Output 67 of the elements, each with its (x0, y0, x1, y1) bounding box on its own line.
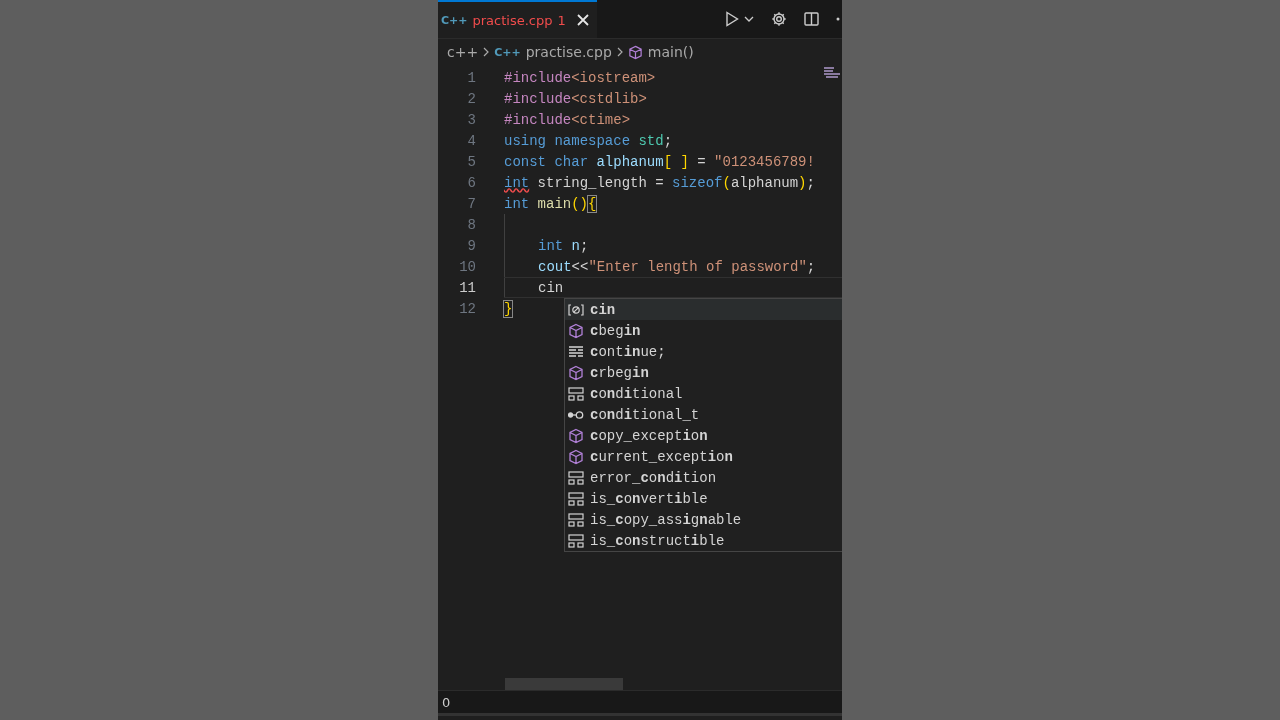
variable-icon (568, 302, 584, 317)
cube-icon (568, 448, 584, 465)
cpp-file-icon: C++ (494, 45, 521, 59)
minimap-drawing (824, 67, 840, 79)
suggestion-item[interactable]: is_constructible (565, 530, 842, 551)
code-line: } (504, 300, 513, 317)
code-line: int string_length = sizeof(alphanum); (504, 174, 815, 191)
typedef-icon (568, 409, 584, 420)
chevron-icon (483, 47, 490, 57)
caret-icon[interactable] (744, 16, 754, 22)
struct-icon (568, 385, 584, 402)
snippet-icon (568, 344, 584, 359)
line-number: 8 (466, 216, 476, 233)
suggestion-item[interactable]: error_condition (565, 467, 842, 488)
code-line: int main(){ (504, 195, 597, 212)
code-line: cin (537, 279, 564, 296)
run-icon[interactable] (725, 11, 739, 27)
code-line: #include<cstdlib> (504, 90, 647, 107)
struct-icon (568, 469, 584, 486)
status-text: 0 (442, 694, 451, 710)
suggestion-item[interactable]: is_convertible (565, 488, 842, 509)
cube-icon (627, 44, 643, 60)
suggestion-item[interactable]: crbegin (565, 362, 842, 383)
chevron-icon (616, 47, 623, 57)
code-line: #include<ctime> (504, 111, 631, 128)
suggestion-item[interactable]: cin (565, 299, 842, 320)
line-number: 9 (466, 237, 476, 254)
line-number: 6 (466, 174, 476, 191)
line-number: 11 (458, 279, 476, 296)
struct-icon (568, 511, 584, 528)
suggestion-item[interactable]: is_copy_assignable (565, 509, 842, 530)
problem-count: 1 (557, 12, 566, 28)
suggestion-item[interactable]: continue; (565, 341, 842, 362)
line-number: 12 (458, 300, 476, 317)
suggestion-item[interactable]: copy_exception (565, 425, 842, 446)
line-number: 7 (466, 195, 476, 212)
line-number: 4 (466, 132, 476, 149)
suggestion-item[interactable]: current_exception (565, 446, 842, 467)
line-number: 5 (466, 153, 476, 170)
editor-tab[interactable]: C++ practise.cpp 1 (438, 0, 597, 38)
cpp-file-icon: C++ (441, 13, 468, 27)
suggestion-item[interactable]: conditional (565, 383, 842, 404)
line-number: 2 (466, 90, 476, 107)
suggestion-item[interactable]: conditional_t (565, 404, 842, 425)
tab-title: practise.cpp (472, 12, 553, 28)
code-line: int n; (537, 237, 589, 254)
settings-icon[interactable] (771, 11, 787, 27)
struct-icon (568, 490, 584, 507)
line-number: 1 (466, 69, 476, 86)
scrollbar-thumb[interactable] (505, 678, 623, 690)
line-number: 3 (466, 111, 476, 128)
split-editor-icon[interactable] (804, 12, 819, 26)
suggestion-item[interactable]: cbegin (565, 320, 842, 341)
breadcrumb-item[interactable]: c++ (447, 44, 479, 60)
cube-icon (568, 364, 584, 381)
line-number: 10 (458, 258, 476, 275)
code-line: cout<<"Enter length of password"; (537, 258, 816, 275)
cube-icon (568, 322, 584, 339)
close-icon[interactable] (576, 14, 589, 26)
breadcrumb-item[interactable]: practise.cpp (525, 44, 612, 60)
more-icon[interactable] (836, 17, 840, 21)
code-line: using namespace std; (504, 132, 673, 149)
code-line: const char alphanum[ ] = "0123456789! (504, 153, 815, 170)
code-line: #include<iostream> (504, 69, 656, 86)
breadcrumb-item[interactable]: main() (647, 44, 694, 60)
cube-icon (568, 427, 584, 444)
struct-icon (568, 532, 584, 549)
